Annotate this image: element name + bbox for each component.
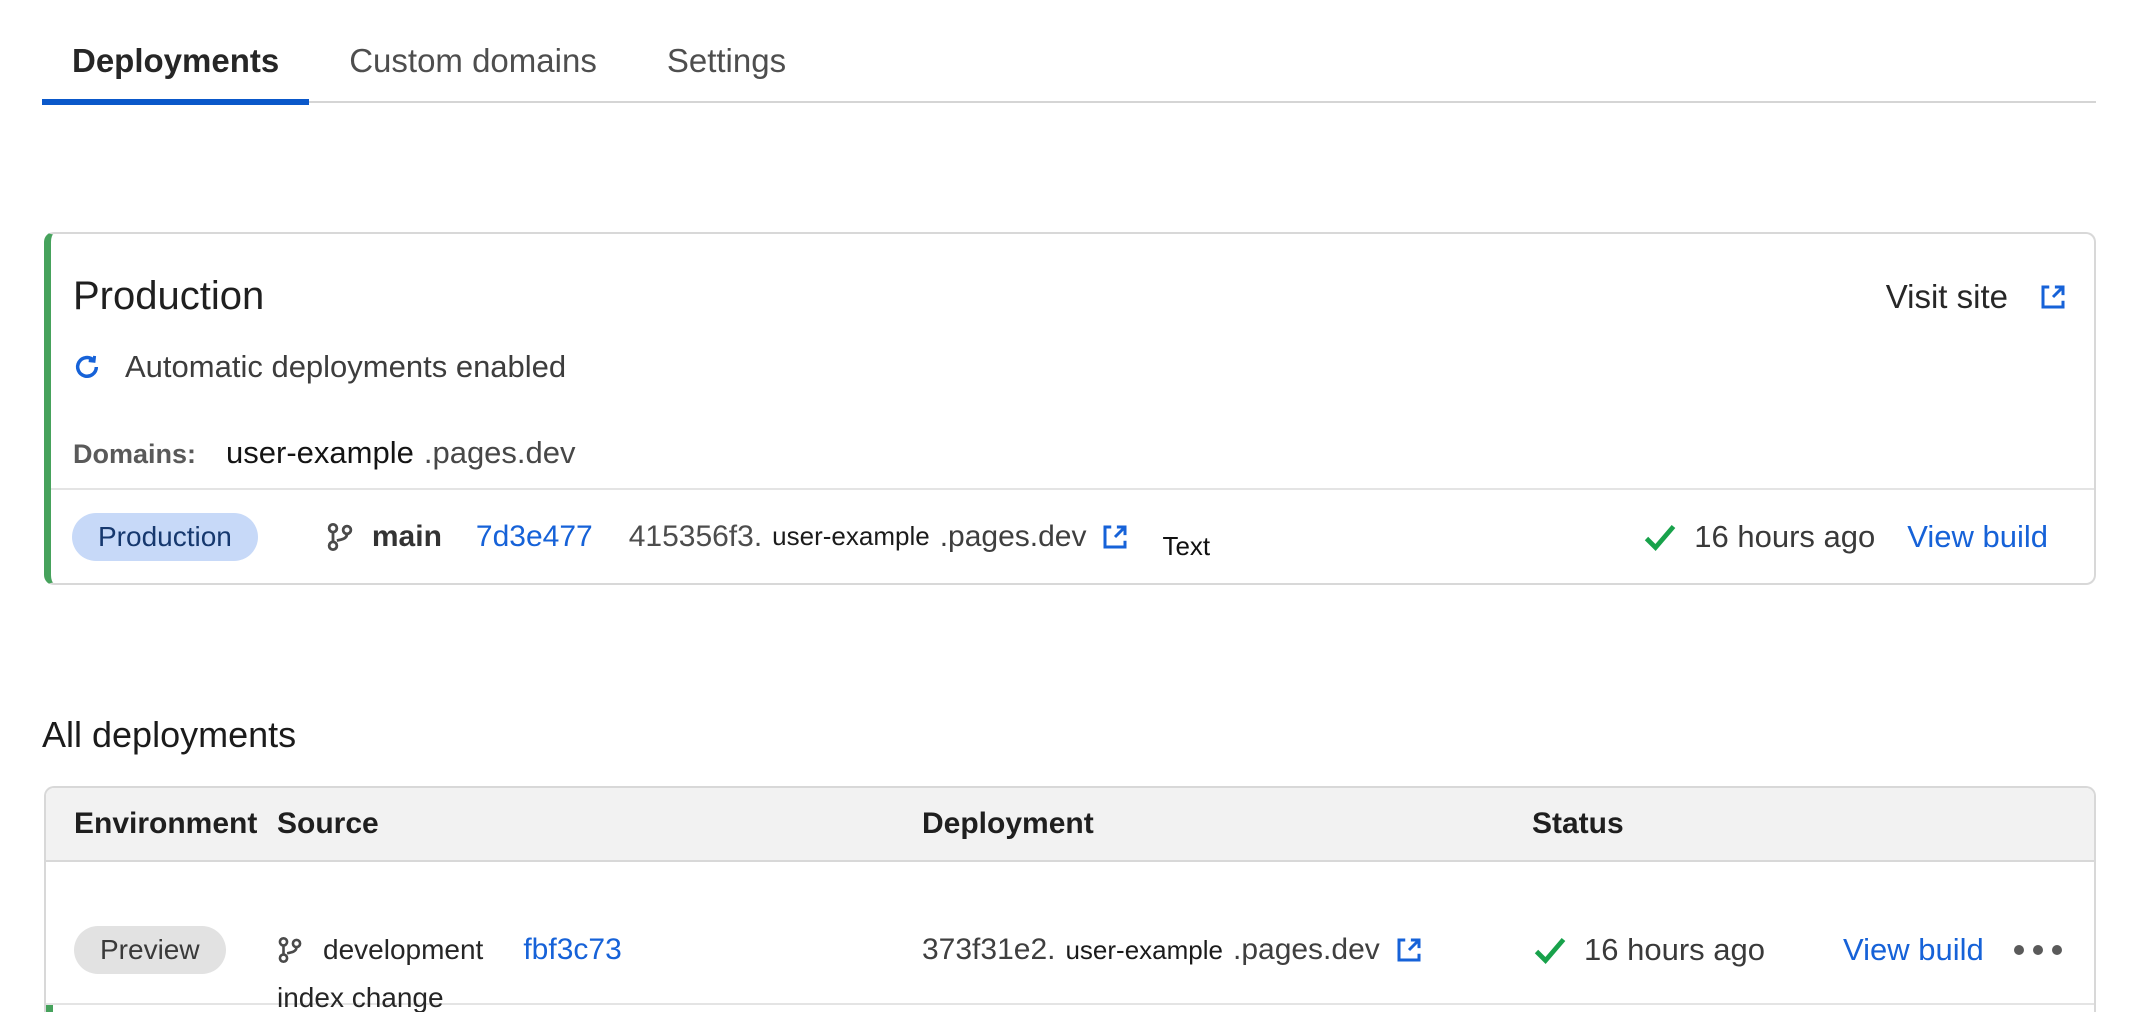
visit-site-label: Visit site (1886, 278, 2008, 316)
git-branch-icon (326, 520, 354, 554)
view-build-link[interactable]: View build (1907, 519, 2048, 555)
view-build-link[interactable]: View build (1843, 932, 1984, 968)
tab-deployments-label: Deployments (72, 42, 279, 80)
success-check-icon (1642, 522, 1678, 552)
deployment-time: 16 hours ago (1584, 932, 1765, 968)
production-card-title: Production (73, 274, 264, 319)
column-header-deployment: Deployment (922, 807, 1532, 841)
git-branch-icon (277, 934, 303, 966)
table-header-row: Environment Source Deployment Status (46, 788, 2094, 862)
commit-link[interactable]: fbf3c73 (523, 933, 621, 967)
column-header-status: Status (1532, 807, 2094, 841)
tab-bar: Deployments Custom domains Settings (42, 20, 2096, 103)
tab-settings-label: Settings (667, 42, 786, 80)
column-header-environment: Environment (74, 807, 277, 841)
deployment-id: 415356f3. (629, 520, 762, 554)
auto-deploy-text: Automatic deployments enabled (125, 349, 566, 385)
branch-name: main (372, 520, 442, 554)
commit-message: index change (277, 982, 922, 1012)
tab-settings[interactable]: Settings (637, 20, 816, 101)
commit-note: Text (1162, 531, 1210, 562)
visit-site-link[interactable]: Visit site (1886, 278, 2068, 316)
deployment-time: 16 hours ago (1694, 519, 1875, 555)
success-check-icon (1532, 935, 1568, 965)
production-deployment-row: Production main 7d3e477 415356f3. user-e… (51, 488, 2094, 583)
deployment-domain: user-example (772, 521, 930, 552)
environment-badge: Production (72, 513, 258, 561)
deployment-domain: user-example (1065, 935, 1223, 966)
table-row: Preview development fbf3c73 index change (46, 862, 2094, 1005)
deployment-domain-suffix: .pages.dev (940, 520, 1087, 554)
production-card: Production Visit site Automatic deployme… (44, 232, 2096, 585)
external-link-icon[interactable] (1394, 935, 1424, 965)
external-link-icon[interactable] (1100, 522, 1130, 552)
more-actions-button[interactable] (2014, 945, 2062, 955)
domains-label: Domains: (73, 439, 196, 470)
external-link-icon (2038, 282, 2068, 312)
environment-badge: Preview (74, 926, 226, 974)
branch-name: development (323, 934, 483, 966)
deployment-id: 373f31e2. (922, 933, 1055, 967)
refresh-icon (73, 353, 101, 381)
deployment-domain-suffix: .pages.dev (1233, 933, 1380, 967)
domain-suffix: .pages.dev (424, 435, 576, 471)
tab-custom-domains-label: Custom domains (349, 42, 597, 80)
tab-deployments[interactable]: Deployments (42, 20, 309, 101)
all-deployments-heading: All deployments (42, 714, 296, 756)
column-header-source: Source (277, 807, 922, 841)
domain-name: user-example (226, 435, 414, 471)
tab-custom-domains[interactable]: Custom domains (319, 20, 627, 101)
deployments-table: Environment Source Deployment Status Pre… (44, 786, 2096, 1012)
commit-link[interactable]: 7d3e477 (476, 520, 593, 554)
